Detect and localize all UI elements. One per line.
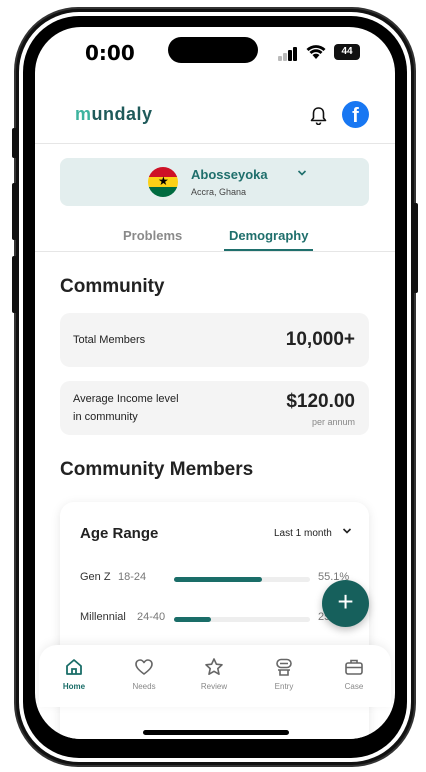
chevron-down-icon <box>297 170 307 176</box>
average-income-value: $120.00 <box>286 391 355 412</box>
action-button <box>12 128 17 158</box>
nav-label-case: Case <box>344 682 364 691</box>
header-divider <box>35 143 395 144</box>
status-time: 0:00 <box>85 41 135 65</box>
nav-item-home[interactable]: Home <box>49 657 99 691</box>
facebook-icon[interactable]: f <box>342 101 369 128</box>
community-title: Community <box>60 276 165 297</box>
bell-icon[interactable] <box>310 106 327 125</box>
tabs-divider <box>35 251 395 252</box>
age-row-name: Millennial <box>80 611 126 623</box>
average-income-sub: per annum <box>311 417 355 427</box>
nav-item-needs[interactable]: Needs <box>119 657 169 691</box>
total-members-label: Total Members <box>73 334 146 346</box>
age-bar-track <box>174 577 310 582</box>
community-members-title: Community Members <box>60 459 254 480</box>
heart-icon <box>135 659 153 675</box>
average-income-label-line2: in community <box>73 411 138 423</box>
location-selector[interactable]: ★ Abosseyoka Accra, Ghana <box>60 158 369 206</box>
total-members-value: 10,000+ <box>285 329 355 350</box>
age-range-title: Age Range <box>80 525 159 542</box>
wifi-icon <box>306 45 326 59</box>
total-members-card: Total Members 10,000+ <box>60 313 369 367</box>
age-row-name: Gen Z <box>80 571 111 583</box>
app-screen: 0:00 44 mundaly f ★ Abosseyoka Accra, Gh… <box>35 27 395 739</box>
bottom-nav: Home Needs Review Entry Case <box>39 645 391 707</box>
age-row-range: 24-40 <box>137 611 166 623</box>
average-income-card: Average Income level in community $120.0… <box>60 381 369 435</box>
nav-item-entry[interactable]: Entry <box>259 657 309 691</box>
star-icon <box>205 658 223 675</box>
dynamic-island <box>168 37 258 63</box>
age-bar-fill <box>174 617 211 622</box>
location-name: Abosseyoka <box>191 167 268 182</box>
battery-icon: 44 <box>334 44 360 60</box>
power-button <box>413 203 418 293</box>
nav-item-review[interactable]: Review <box>189 657 239 691</box>
add-button[interactable]: + <box>322 580 369 627</box>
mundaly-logo: mundaly <box>75 104 153 124</box>
home-indicator <box>143 730 289 735</box>
nav-label-review: Review <box>200 682 228 691</box>
nav-label-needs: Needs <box>132 682 156 691</box>
age-range-filter[interactable]: Last 1 month <box>274 528 332 539</box>
age-bar-track <box>174 617 310 622</box>
age-row-range: 18-24 <box>118 571 147 583</box>
tab-demography[interactable]: Demography <box>229 228 308 243</box>
volume-down-button <box>12 256 17 313</box>
average-income-label: Average Income level in community <box>73 390 179 426</box>
location-subtitle: Accra, Ghana <box>191 187 247 197</box>
signal-icon <box>278 47 300 61</box>
volume-up-button <box>12 183 17 240</box>
ghana-flag-icon: ★ <box>148 167 178 197</box>
briefcase-icon <box>345 659 363 675</box>
chevron-down-icon[interactable] <box>342 527 352 535</box>
nav-item-case[interactable]: Case <box>329 657 379 691</box>
nav-label-home: Home <box>62 682 86 691</box>
entry-icon <box>276 658 292 676</box>
home-icon <box>66 659 82 675</box>
tab-problems[interactable]: Problems <box>123 228 182 243</box>
nav-label-entry: Entry <box>274 682 294 691</box>
age-bar-fill <box>174 577 263 582</box>
average-income-label-line1: Average Income level <box>73 393 179 405</box>
